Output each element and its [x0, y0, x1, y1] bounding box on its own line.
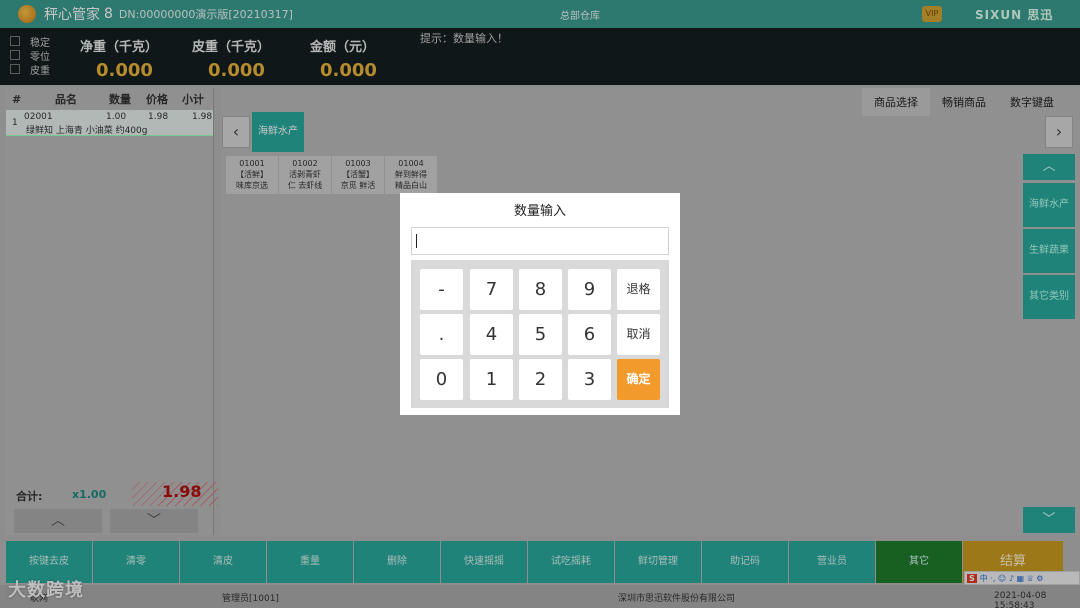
confirm-button[interactable]: 确定 [617, 359, 660, 400]
cancel-button[interactable]: 取消 [617, 314, 660, 355]
key-1[interactable]: 1 [470, 359, 513, 400]
key-minus[interactable]: - [420, 269, 463, 310]
key-6[interactable]: 6 [568, 314, 611, 355]
quantity-dialog: 数量输入 - 7 8 9 退格 . 4 5 6 取消 0 1 2 3 确定 [400, 193, 680, 415]
key-4[interactable]: 4 [470, 314, 513, 355]
key-8[interactable]: 8 [519, 269, 562, 310]
key-dot[interactable]: . [420, 314, 463, 355]
key-0[interactable]: 0 [420, 359, 463, 400]
key-7[interactable]: 7 [470, 269, 513, 310]
backspace-button[interactable]: 退格 [617, 269, 660, 310]
text-caret [416, 234, 417, 248]
dialog-title: 数量输入 [513, 204, 566, 219]
numeric-keypad: - 7 8 9 退格 . 4 5 6 取消 0 1 2 3 确定 [411, 260, 669, 408]
key-3[interactable]: 3 [568, 359, 611, 400]
quantity-input[interactable] [411, 227, 669, 255]
key-5[interactable]: 5 [519, 314, 562, 355]
key-9[interactable]: 9 [568, 269, 611, 310]
key-2[interactable]: 2 [519, 359, 562, 400]
